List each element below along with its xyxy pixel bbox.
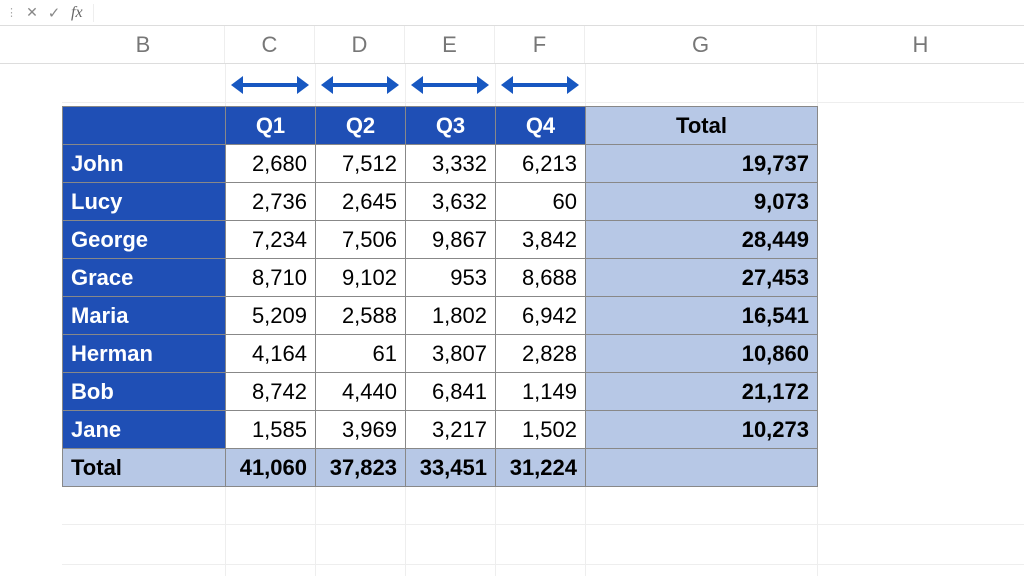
double-arrow-icon: [321, 82, 399, 88]
cell[interactable]: George: [63, 221, 226, 259]
cell[interactable]: 19,737: [586, 145, 818, 183]
column-header-F[interactable]: F: [495, 26, 585, 63]
cell[interactable]: 37,823: [316, 449, 406, 487]
column-headers: B C D E F G H: [0, 26, 1024, 64]
table-row: John 2,680 7,512 3,332 6,213 19,737: [63, 145, 818, 183]
formula-input[interactable]: [98, 0, 1024, 25]
table-row: Lucy 2,736 2,645 3,632 60 9,073: [63, 183, 818, 221]
table-header-row: Q1 Q2 Q3 Q4 Total: [63, 107, 818, 145]
cell[interactable]: 41,060: [226, 449, 316, 487]
cell[interactable]: 3,332: [406, 145, 496, 183]
cell[interactable]: 6,942: [496, 297, 586, 335]
cell[interactable]: 6,213: [496, 145, 586, 183]
cell[interactable]: 8,688: [496, 259, 586, 297]
cell[interactable]: Lucy: [63, 183, 226, 221]
column-header-C[interactable]: C: [225, 26, 315, 63]
cancel-button[interactable]: ✕: [21, 4, 43, 21]
cell[interactable]: [586, 449, 818, 487]
cell[interactable]: 3,217: [406, 411, 496, 449]
cell[interactable]: 7,512: [316, 145, 406, 183]
cell[interactable]: Q4: [496, 107, 586, 145]
cell[interactable]: 2,588: [316, 297, 406, 335]
double-arrow-icon: [231, 82, 309, 88]
enter-button[interactable]: ✓: [43, 4, 65, 22]
cell[interactable]: 2,680: [226, 145, 316, 183]
column-header-E[interactable]: E: [405, 26, 495, 63]
cell[interactable]: 6,841: [406, 373, 496, 411]
cell[interactable]: Q2: [316, 107, 406, 145]
cell[interactable]: Q1: [226, 107, 316, 145]
double-arrow-icon: [501, 82, 579, 88]
insert-function-button[interactable]: fx: [65, 4, 94, 22]
cell[interactable]: 27,453: [586, 259, 818, 297]
cell[interactable]: 3,969: [316, 411, 406, 449]
cell[interactable]: 1,802: [406, 297, 496, 335]
cell[interactable]: Grace: [63, 259, 226, 297]
column-header-B[interactable]: B: [62, 26, 225, 63]
cell[interactable]: 1,149: [496, 373, 586, 411]
cell[interactable]: 8,742: [226, 373, 316, 411]
cell[interactable]: 9,073: [586, 183, 818, 221]
cell[interactable]: Jane: [63, 411, 226, 449]
cell[interactable]: Q3: [406, 107, 496, 145]
table-total-row: Total 41,060 37,823 33,451 31,224: [63, 449, 818, 487]
cell[interactable]: 953: [406, 259, 496, 297]
cell[interactable]: 10,860: [586, 335, 818, 373]
cell[interactable]: Total: [586, 107, 818, 145]
cell[interactable]: 4,440: [316, 373, 406, 411]
cell[interactable]: 8,710: [226, 259, 316, 297]
cell[interactable]: 61: [316, 335, 406, 373]
cell[interactable]: 4,164: [226, 335, 316, 373]
cell[interactable]: 3,632: [406, 183, 496, 221]
cell[interactable]: [63, 107, 226, 145]
cell[interactable]: 3,807: [406, 335, 496, 373]
cell[interactable]: 10,273: [586, 411, 818, 449]
cell[interactable]: 60: [496, 183, 586, 221]
drag-handle-icon: ⋮: [6, 6, 17, 19]
cell[interactable]: 31,224: [496, 449, 586, 487]
cell[interactable]: Total: [63, 449, 226, 487]
data-table: Q1 Q2 Q3 Q4 Total John 2,680 7,512 3,332…: [62, 106, 818, 487]
cell[interactable]: 1,502: [496, 411, 586, 449]
double-arrow-icon: [411, 82, 489, 88]
sheet-area[interactable]: Q1 Q2 Q3 Q4 Total John 2,680 7,512 3,332…: [0, 64, 1024, 576]
table-row: Maria 5,209 2,588 1,802 6,942 16,541: [63, 297, 818, 335]
column-header-H[interactable]: H: [817, 26, 1024, 63]
formula-bar: ⋮ ✕ ✓ fx: [0, 0, 1024, 26]
table-row: Jane 1,585 3,969 3,217 1,502 10,273: [63, 411, 818, 449]
cell[interactable]: 21,172: [586, 373, 818, 411]
cell[interactable]: Maria: [63, 297, 226, 335]
table-row: Grace 8,710 9,102 953 8,688 27,453: [63, 259, 818, 297]
cell[interactable]: Herman: [63, 335, 226, 373]
cell[interactable]: 7,234: [226, 221, 316, 259]
cell[interactable]: 16,541: [586, 297, 818, 335]
cell[interactable]: 2,828: [496, 335, 586, 373]
cell[interactable]: 33,451: [406, 449, 496, 487]
table-row: George 7,234 7,506 9,867 3,842 28,449: [63, 221, 818, 259]
cell[interactable]: 1,585: [226, 411, 316, 449]
table-row: Bob 8,742 4,440 6,841 1,149 21,172: [63, 373, 818, 411]
column-header-G[interactable]: G: [585, 26, 817, 63]
cell[interactable]: 3,842: [496, 221, 586, 259]
column-width-arrows: [225, 70, 585, 100]
cell[interactable]: 2,645: [316, 183, 406, 221]
column-header-D[interactable]: D: [315, 26, 405, 63]
cell[interactable]: 28,449: [586, 221, 818, 259]
table-row: Herman 4,164 61 3,807 2,828 10,860: [63, 335, 818, 373]
cell[interactable]: John: [63, 145, 226, 183]
cell[interactable]: 5,209: [226, 297, 316, 335]
cell[interactable]: 7,506: [316, 221, 406, 259]
cell[interactable]: 9,867: [406, 221, 496, 259]
cell[interactable]: Bob: [63, 373, 226, 411]
cell[interactable]: 2,736: [226, 183, 316, 221]
row-header-gutter: [0, 26, 62, 63]
cell[interactable]: 9,102: [316, 259, 406, 297]
